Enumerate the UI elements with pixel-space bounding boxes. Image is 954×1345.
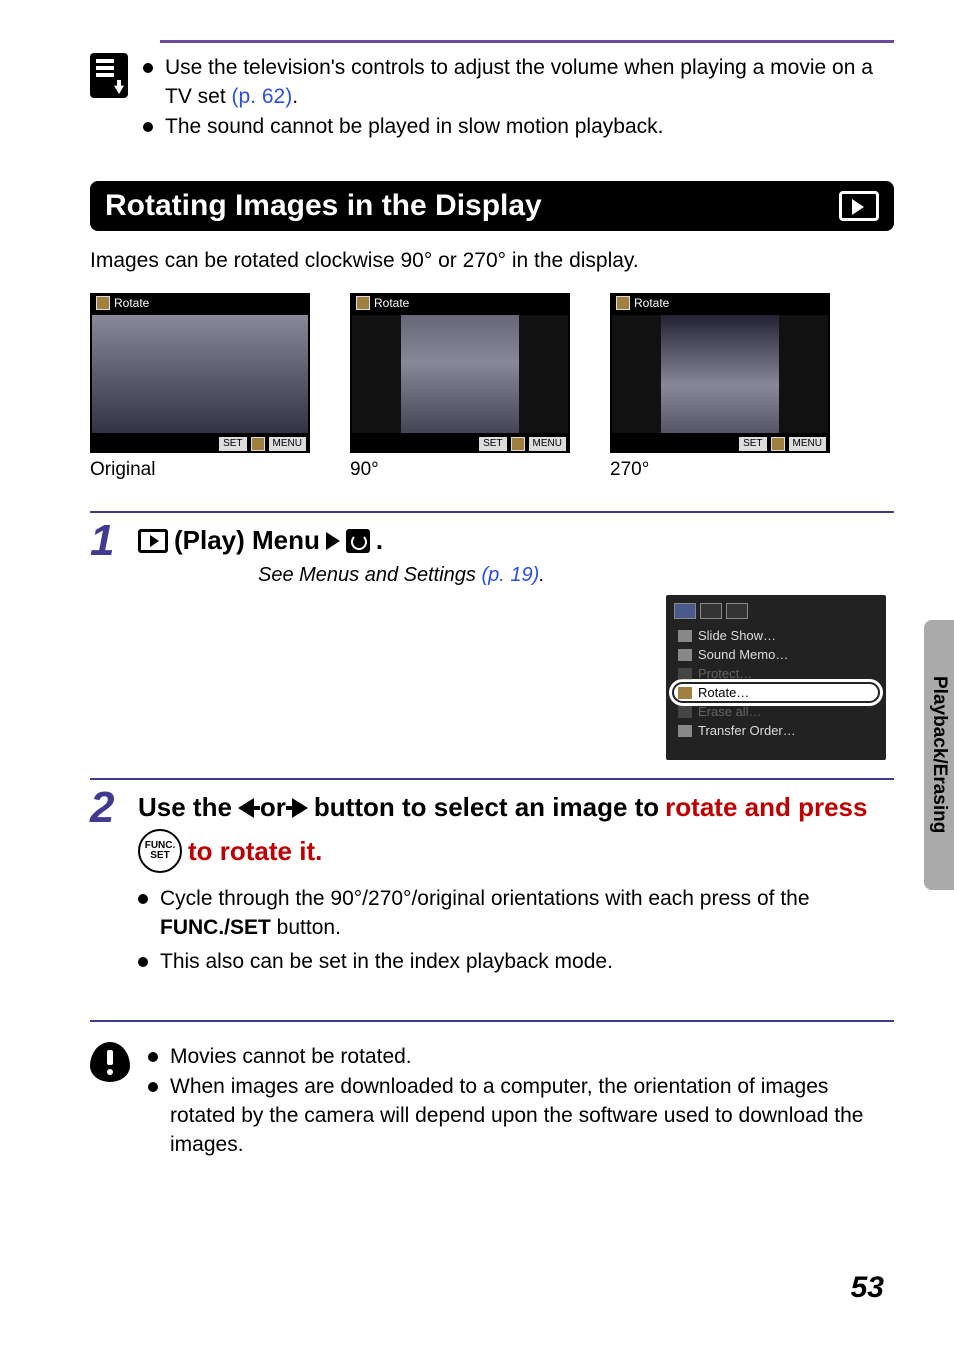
erase-icon [678,706,692,718]
thumbnail-row: Rotate SET MENU Original Rotate SET MENU 9… [90,293,894,481]
section-side-tab: Playback/Erasing [924,620,954,890]
warning-item: Movies cannot be rotated. [148,1042,894,1071]
menu-tab-setup [726,603,748,619]
step-1: 1 (Play) Menu . See Menus and Settings (… [90,511,894,778]
rotate-icon [771,437,785,451]
menu-item-label: Rotate… [698,685,749,700]
set-tag: SET [219,437,246,451]
menu-tab-print [700,603,722,619]
thumb-caption: 270° [610,459,830,481]
playback-mode-icon [839,191,879,221]
rotate-icon [356,296,370,310]
step1-heading: (Play) Menu . [138,525,886,556]
triangle-right-icon [326,532,340,550]
thumbnail-image [92,315,308,433]
bullet-text: Cycle through the 90°/270°/original orie… [160,887,810,910]
info-note-icon [90,53,128,98]
menu-item-label: Erase all… [698,704,762,719]
warning-block: Movies cannot be rotated. When images ar… [90,1020,894,1160]
top-rule [160,40,894,43]
note-text-post: . [292,85,298,108]
menu-item-selected: Rotate… [674,684,878,701]
arrow-right-icon [292,798,308,818]
arrow-left-icon [238,798,254,818]
step2-text: Use the [138,792,232,823]
menu-item-label: Protect… [698,666,752,681]
rotate-icon [251,437,265,451]
step2-text: button to select an image to [314,792,659,823]
rotate-menu-icon [346,529,370,553]
see-menus-pre: See Menus and Settings [258,564,481,586]
note-item: Use the television's controls to adjust … [143,53,894,112]
menu-item: Transfer Order… [674,722,878,739]
intro-text: Images can be rotated clockwise 90° or 2… [90,249,894,273]
func-set-button-icon: FUNC.SET [138,829,182,873]
play-menu-screenshot: Slide Show… Sound Memo… Protect… Rotate…… [666,595,886,760]
thumb-rotate-label: Rotate [374,296,409,310]
thumbnail-270: Rotate SET MENU [610,293,830,453]
set-tag: SET [739,437,766,451]
see-menus-note: See Menus and Settings (p. 19). [258,564,886,587]
step1-head-text: (Play) Menu [174,525,320,556]
menu-item-label: Slide Show… [698,628,776,643]
note-text: The sound cannot be played in slow motio… [165,115,663,138]
step1-head-post: . [376,525,383,556]
bullet-text: button. [271,916,341,939]
slideshow-icon [678,630,692,642]
warning-item: When images are downloaded to a computer… [148,1072,894,1160]
play-icon [138,529,168,553]
menu-item: Erase all… [674,703,878,720]
menu-tag: MENU [529,437,566,451]
thumbnail-image [612,315,828,433]
step-number: 2 [90,780,130,1000]
thumb-rotate-label: Rotate [634,296,669,310]
step2-red-text: rotate and press [665,792,867,823]
step2-heading: Use the or button to select an image to … [138,792,886,873]
rotate-icon [511,437,525,451]
func-label-bottom: SET [150,851,169,861]
page-number: 53 [851,1271,884,1305]
menu-tab-play [674,603,696,619]
rotate-icon [96,296,110,310]
set-tag: SET [479,437,506,451]
section-header: Rotating Images in the Display [90,181,894,231]
rotate-icon [678,687,692,699]
note-item: The sound cannot be played in slow motio… [143,112,894,141]
menu-tag: MENU [269,437,306,451]
sound-memo-icon [678,649,692,661]
menu-tag: MENU [789,437,826,451]
step2-red-text: to rotate it. [188,836,322,867]
step2-bullet: Cycle through the 90°/270°/original orie… [138,885,886,942]
menu-item-label: Transfer Order… [698,723,796,738]
see-menus-post: . [539,564,545,586]
thumb-caption: 90° [350,459,570,481]
menu-item: Sound Memo… [674,646,878,663]
bullet-text: This also can be set in the index playba… [160,950,613,973]
section-title: Rotating Images in the Display [105,189,839,223]
transfer-order-icon [678,725,692,737]
step-2: 2 Use the or button to select an image t… [90,778,894,1000]
bullet-bold: FUNC./SET [160,916,271,939]
step2-text: or [260,792,286,823]
warning-icon [90,1042,130,1082]
thumb-caption: Original [90,459,310,481]
menu-item: Slide Show… [674,627,878,644]
page-link[interactable]: (p. 19) [481,564,539,586]
menu-item-label: Sound Memo… [698,647,788,662]
menu-item: Protect… [674,665,878,682]
step-number: 1 [90,513,130,778]
thumbnail-90: Rotate SET MENU [350,293,570,453]
thumbnail-image [352,315,568,433]
thumb-rotate-label: Rotate [114,296,149,310]
step2-bullet: This also can be set in the index playba… [138,948,886,976]
page-link[interactable]: (p. 62) [232,85,293,108]
side-tab-label: Playback/Erasing [928,676,950,833]
rotate-icon [616,296,630,310]
info-note-block: Use the television's controls to adjust … [90,53,894,141]
protect-icon [678,668,692,680]
thumbnail-original: Rotate SET MENU [90,293,310,453]
